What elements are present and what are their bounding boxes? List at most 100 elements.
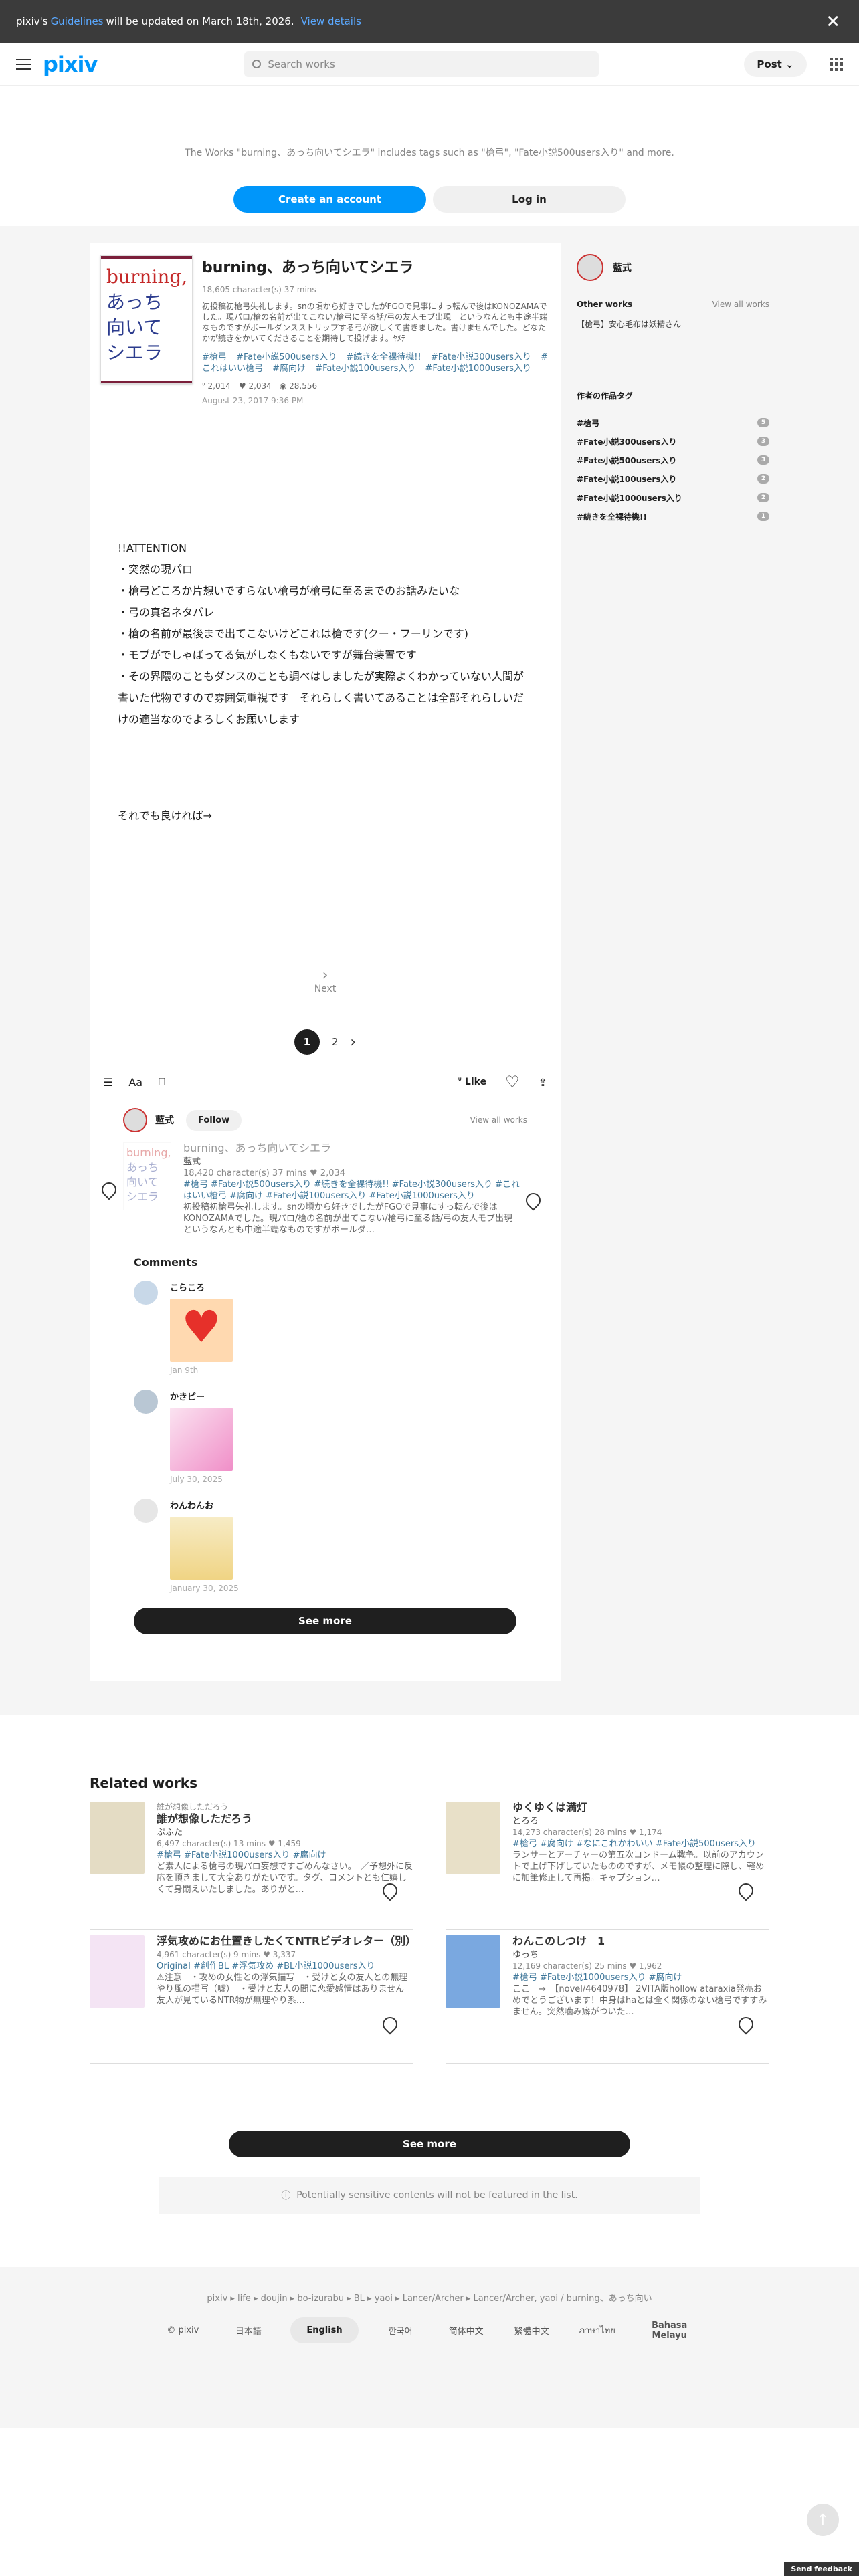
view-details-link[interactable]: View details	[301, 15, 361, 27]
sidebar-tag-item[interactable]: #Fate小説1000users入り 2	[577, 488, 769, 507]
close-icon[interactable]: ✕	[826, 12, 840, 32]
tag-link[interactable]: #Fate小説300users入り	[431, 352, 531, 362]
mini-cover-text: burning,	[126, 1146, 171, 1159]
menu-icon[interactable]	[16, 58, 31, 70]
lang-option[interactable]: ภาษาไทย	[574, 2323, 621, 2337]
sidebar-author-name[interactable]: 藍式	[613, 261, 632, 274]
avatar[interactable]	[134, 1390, 158, 1414]
avatar[interactable]	[134, 1281, 158, 1305]
author-work-card[interactable]: burning, あっち 向いて シエラ burning、あっち向いてシエラ 藍…	[90, 1142, 561, 1236]
post-button[interactable]: Post ⌄	[744, 51, 807, 77]
font-size-icon[interactable]: Aa	[128, 1076, 142, 1089]
chevron-right-icon[interactable]: ›	[350, 1034, 356, 1051]
page-2-button[interactable]: 2	[332, 1036, 339, 1048]
sidebar-tag-item[interactable]: #Fate小説100users入り 2	[577, 469, 769, 488]
lang-option[interactable]: 日本語	[225, 2324, 272, 2337]
comment-item: こらころ ♥ Jan 9th	[134, 1281, 516, 1375]
pagination: 1 2 ›	[90, 1029, 561, 1055]
tag-link[interactable]: #Fate小説1000users入り	[425, 364, 531, 374]
novel-line: けの適当なのでよろしくお願いします	[118, 713, 300, 726]
login-button[interactable]: Log in	[433, 186, 626, 213]
tag-count: 1	[757, 512, 769, 521]
search-placeholder: Search works	[268, 58, 335, 70]
author-row: 藍式 Follow View all works	[90, 1106, 561, 1134]
work-title: わんこのしつけ 1	[512, 1935, 605, 1947]
list-icon[interactable]: ☰	[103, 1076, 112, 1089]
work-tags: #槍弓 #Fate小説1000users入り #腐向け	[157, 1850, 326, 1860]
search-icon	[252, 60, 262, 68]
like-label: Like	[464, 1077, 487, 1087]
work-tags: #槍弓 #Fate小説1000users入り #腐向け	[512, 1973, 682, 1983]
work-area: burning, あっち 向いて シエラ burning、あっち向いてシエラ 1…	[0, 226, 859, 1715]
related-work-card[interactable]: ゆくゆくは満灯 とろろ 14,273 character(s) 28 mins …	[446, 1796, 769, 1930]
bookmark-icon[interactable]: ⎕	[159, 1075, 165, 1089]
tag-list: #槍弓 #Fate小説500users入り #続きを全裸待機!! #Fate小説…	[202, 352, 550, 374]
view-all-works-link[interactable]: View all works	[712, 300, 769, 309]
work-meta: 6,497 character(s) 13 mins ♥ 1,459	[157, 1839, 301, 1848]
novel-line: 書いた代物ですので雰囲気重視です それらしく書いてあることは全部それらしいだ	[118, 691, 524, 704]
related-work-card[interactable]: 浮気攻めにお仕置きしたくてNTRビデオレター（別） 4,961 characte…	[90, 1930, 416, 2064]
sensitive-text: Potentially sensitive contents will not …	[296, 2190, 578, 2201]
mini-author: 藍式	[183, 1157, 201, 1167]
share-icon[interactable]: ⇪	[539, 1076, 547, 1089]
apps-grid-icon[interactable]	[830, 57, 843, 71]
page-1-button[interactable]: 1	[294, 1029, 320, 1055]
next-page-link[interactable]: › Next	[90, 967, 561, 1014]
sidebar: 藍式 Other works View all works 【槍弓】安心毛布は妖…	[577, 243, 769, 1681]
search-input[interactable]: Search works	[244, 51, 599, 77]
commenter-name[interactable]: わんわんお	[170, 1499, 239, 1511]
bookmarks-value: 2,034	[248, 381, 272, 391]
other-work-link[interactable]: 【槍弓】安心毛布は妖精さん	[577, 318, 769, 330]
related-work-card[interactable]: わんこのしつけ 1 ゆっち 12,169 character(s) 25 min…	[446, 1930, 769, 2064]
heart-outline-icon[interactable]: ♡	[505, 1073, 520, 1091]
heart-stamp-icon: ♥	[170, 1299, 233, 1362]
related-work-card[interactable]: 誰が想像しただろう 誰が想像しただろう ぷふた 6,497 character(…	[90, 1796, 413, 1930]
scroll-top-icon[interactable]: ↑	[807, 2504, 839, 2536]
tag-link[interactable]: #腐向け	[272, 364, 306, 374]
sidebar-tag-item[interactable]: #続きを全裸待機!! 1	[577, 507, 769, 526]
view-all-works-link[interactable]: View all works	[470, 1115, 527, 1125]
breadcrumb[interactable]: pixiv ▸ life ▸ doujin ▸ bo-izurabu ▸ BL …	[0, 2291, 859, 2304]
sidebar-tag-item[interactable]: #Fate小説300users入り 3	[577, 432, 769, 451]
tag-count: 3	[757, 455, 769, 465]
guidelines-link[interactable]: Guidelines	[51, 15, 104, 27]
eye-icon: ◉	[279, 381, 287, 391]
like-button[interactable]: ᐡ Like	[458, 1077, 487, 1087]
lang-option[interactable]: 繁體中文	[508, 2324, 555, 2337]
send-feedback-button[interactable]: Send feedback	[784, 2562, 859, 2576]
commenter-name[interactable]: かきピー	[170, 1390, 233, 1402]
tag-link[interactable]: #槍弓	[202, 352, 227, 362]
work-meta: 4,961 character(s) 9 mins ♥ 3,337	[157, 1950, 296, 1959]
lang-option[interactable]: Bahasa Melayu	[640, 2321, 700, 2341]
sidebar-tag-item[interactable]: #槍弓 5	[577, 413, 769, 432]
author-name[interactable]: 藍式	[155, 1113, 174, 1127]
avatar[interactable]	[134, 1499, 158, 1523]
lang-option[interactable]: 简体中文	[443, 2324, 490, 2337]
chevron-right-icon: ›	[322, 967, 328, 984]
tag-name: #槍弓	[577, 418, 600, 428]
sidebar-tag-item[interactable]: #Fate小説500users入り 3	[577, 451, 769, 469]
avatar[interactable]	[123, 1108, 147, 1132]
tag-link[interactable]: #続きを全裸待機!!	[346, 352, 421, 362]
avatar[interactable]	[577, 254, 603, 281]
see-more-related-button[interactable]: See more	[229, 2131, 630, 2157]
heart-outline-icon[interactable]	[98, 1179, 120, 1200]
lang-option-selected[interactable]: English	[290, 2317, 359, 2343]
novel-line: !!ATTENTION	[118, 542, 187, 554]
novel-panel: burning, あっち 向いて シエラ burning、あっち向いてシエラ 1…	[90, 243, 561, 1681]
novel-line: ・突然の現パロ	[118, 563, 193, 576]
follow-button[interactable]: Follow	[186, 1109, 242, 1131]
pink-stamp-icon	[170, 1408, 233, 1471]
tag-link[interactable]: #Fate小説100users入り	[315, 364, 415, 374]
novel-cover: burning, あっち 向いて シエラ	[100, 255, 193, 384]
commenter-name[interactable]: こらころ	[170, 1281, 233, 1293]
tag-link[interactable]: #Fate小説500users入り	[236, 352, 337, 362]
pixiv-logo[interactable]: pixiv	[43, 51, 98, 77]
mini-cover: burning, あっち 向いて シエラ	[123, 1142, 171, 1210]
tag-name: #Fate小説500users入り	[577, 455, 677, 465]
work-caption: ランサーとアーチャーの第五次コンドーム戦争。以前のアカウントで上げ下げしていたも…	[512, 1850, 765, 1883]
create-account-button[interactable]: Create an account	[233, 186, 426, 213]
tag-name: #Fate小説100users入り	[577, 474, 677, 484]
lang-option[interactable]: 한국어	[377, 2324, 424, 2337]
see-more-comments-button[interactable]: See more	[134, 1608, 516, 1634]
